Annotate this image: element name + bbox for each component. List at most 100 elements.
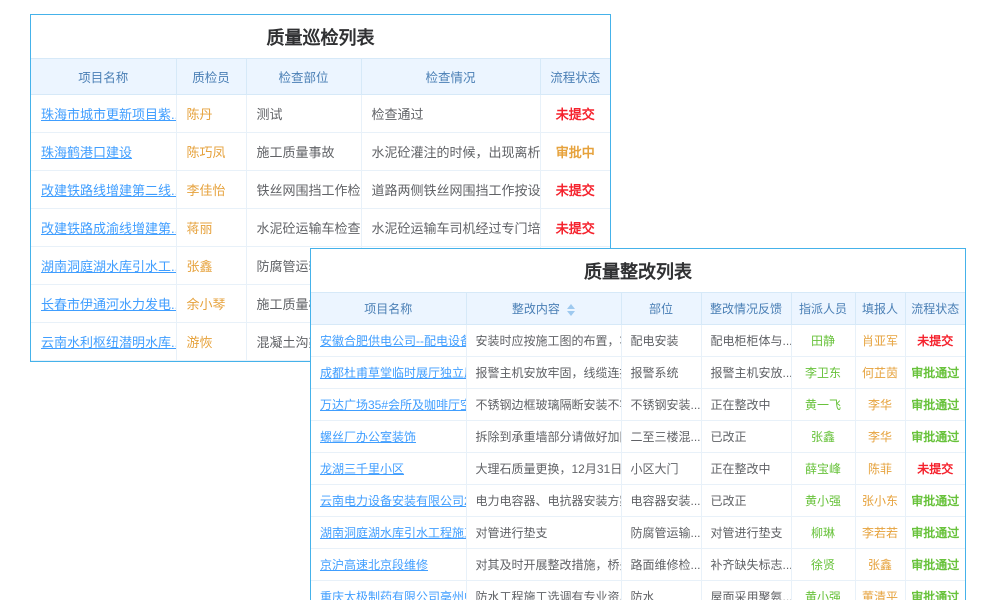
status-cell: 审批通过 bbox=[905, 357, 965, 389]
reporter-cell: 张小东 bbox=[855, 485, 905, 517]
situation-cell: 道路两侧铁丝网围挡工作按设计... bbox=[361, 171, 540, 209]
part-cell: 小区大门 bbox=[621, 453, 701, 485]
part-cell: 铁丝网围挡工作检查 bbox=[246, 171, 361, 209]
status-cell: 审批通过 bbox=[905, 389, 965, 421]
inspection-col-project: 项目名称 bbox=[31, 59, 176, 95]
table-row: 改建铁路成渝线增建第...蒋丽水泥砼运输车检查水泥砼运输车司机经过专门培训...… bbox=[31, 209, 610, 247]
content-cell: 拆除到承重墙部分请做好加固... bbox=[466, 421, 621, 453]
project-link[interactable]: 改建铁路成渝线增建第... bbox=[41, 221, 176, 236]
reporter-cell: 张鑫 bbox=[855, 549, 905, 581]
project-cell: 湖南洞庭湖水库引水工程施工1... bbox=[311, 517, 466, 549]
project-cell: 长春市伊通河水力发电... bbox=[31, 285, 176, 323]
project-link[interactable]: 湖南洞庭湖水库引水工程施工1... bbox=[320, 526, 466, 540]
part-cell: 二至三楼混... bbox=[621, 421, 701, 453]
rectify-col-project: 项目名称 bbox=[311, 293, 466, 325]
feedback-cell: 屋面采用聚氨... bbox=[701, 581, 791, 600]
part-cell: 报警系统 bbox=[621, 357, 701, 389]
reporter-cell: 李华 bbox=[855, 421, 905, 453]
inspector-cell: 李佳怡 bbox=[176, 171, 246, 209]
project-link[interactable]: 安徽合肥供电公司--配电设备... bbox=[320, 334, 466, 348]
feedback-cell: 正在整改中 bbox=[701, 453, 791, 485]
project-link[interactable]: 万达广场35#会所及咖啡厅空... bbox=[320, 398, 466, 412]
assignee-cell: 薛宝峰 bbox=[791, 453, 855, 485]
rectify-col-reporter: 填报人 bbox=[855, 293, 905, 325]
part-cell: 防腐管运输... bbox=[621, 517, 701, 549]
project-link[interactable]: 京沪高速北京段维修 bbox=[320, 558, 428, 572]
content-cell: 电力电容器、电抗器安装方案,... bbox=[466, 485, 621, 517]
project-cell: 改建铁路线增建第二线... bbox=[31, 171, 176, 209]
assignee-cell: 黄一飞 bbox=[791, 389, 855, 421]
table-row: 湖南洞庭湖水库引水工程施工1...对管进行垫支防腐管运输...对管进行垫支柳琳李… bbox=[311, 517, 965, 549]
project-link[interactable]: 龙湖三千里小区 bbox=[320, 462, 404, 476]
feedback-cell: 补齐缺失标志... bbox=[701, 549, 791, 581]
status-cell: 未提交 bbox=[905, 325, 965, 357]
project-link[interactable]: 珠海鹤港口建设 bbox=[41, 145, 132, 160]
project-cell: 重庆太极制药有限公司亳州中... bbox=[311, 581, 466, 600]
feedback-cell: 已改正 bbox=[701, 421, 791, 453]
part-cell: 配电安装 bbox=[621, 325, 701, 357]
project-cell: 龙湖三千里小区 bbox=[311, 453, 466, 485]
rectify-table: 项目名称 整改内容 部位 整改情况反馈 指派人员 填报人 流程状态 安徽合肥供电… bbox=[311, 292, 965, 600]
table-row: 珠海市城市更新项目紫...陈丹测试检查通过未提交 bbox=[31, 95, 610, 133]
part-cell: 路面维修检... bbox=[621, 549, 701, 581]
table-row: 珠海鹤港口建设陈巧凤施工质量事故水泥砼灌注的时候，出现离析现象审批中 bbox=[31, 133, 610, 171]
content-cell: 防水工程施工选调有专业资质... bbox=[466, 581, 621, 600]
project-link[interactable]: 云南电力设备安装有限公司20... bbox=[320, 494, 466, 508]
sort-icon[interactable] bbox=[567, 304, 575, 316]
table-row: 螺丝厂办公室装饰 拆除到承重墙部分请做好加固...二至三楼混...已改正张鑫李华审… bbox=[311, 421, 965, 453]
inspection-col-situation: 检查情况 bbox=[361, 59, 540, 95]
project-link[interactable]: 螺丝厂办公室装饰 bbox=[320, 430, 416, 444]
assignee-cell: 徐贤 bbox=[791, 549, 855, 581]
feedback-cell: 配电柜柜体与... bbox=[701, 325, 791, 357]
inspector-cell: 陈巧凤 bbox=[176, 133, 246, 171]
part-cell: 防水 bbox=[621, 581, 701, 600]
assignee-cell: 黄小强 bbox=[791, 485, 855, 517]
status-cell: 审批通过 bbox=[905, 581, 965, 600]
content-cell: 不锈钢边框玻璃隔断安装不牢... bbox=[466, 389, 621, 421]
assignee-cell: 黄小强 bbox=[791, 581, 855, 600]
project-link[interactable]: 云南水利枢纽潜明水库... bbox=[41, 335, 176, 350]
situation-cell: 水泥砼灌注的时候，出现离析现象 bbox=[361, 133, 540, 171]
status-cell: 审批中 bbox=[540, 133, 610, 171]
table-row: 京沪高速北京段维修对其及时开展整改措施，桥头...路面维修检...补齐缺失标志.… bbox=[311, 549, 965, 581]
status-cell: 审批通过 bbox=[905, 517, 965, 549]
content-cell: 安装时应按施工图的布置，将... bbox=[466, 325, 621, 357]
status-cell: 审批通过 bbox=[905, 485, 965, 517]
status-cell: 审批通过 bbox=[905, 421, 965, 453]
reporter-cell: 李华 bbox=[855, 389, 905, 421]
project-link[interactable]: 珠海市城市更新项目紫... bbox=[41, 107, 176, 122]
rectify-col-status: 流程状态 bbox=[905, 293, 965, 325]
inspector-cell: 蒋丽 bbox=[176, 209, 246, 247]
rectify-col-part: 部位 bbox=[621, 293, 701, 325]
project-cell: 安徽合肥供电公司--配电设备... bbox=[311, 325, 466, 357]
assignee-cell: 李卫东 bbox=[791, 357, 855, 389]
content-cell: 对管进行垫支 bbox=[466, 517, 621, 549]
project-link[interactable]: 成都杜甫草堂临时展厅独立展... bbox=[320, 366, 466, 380]
status-cell: 未提交 bbox=[540, 171, 610, 209]
assignee-cell: 张鑫 bbox=[791, 421, 855, 453]
inspector-cell: 张鑫 bbox=[176, 247, 246, 285]
reporter-cell: 陈菲 bbox=[855, 453, 905, 485]
sort-desc-icon bbox=[567, 311, 575, 316]
project-cell: 云南电力设备安装有限公司20... bbox=[311, 485, 466, 517]
table-row: 重庆太极制药有限公司亳州中...防水工程施工选调有专业资质...防水屋面采用聚氨… bbox=[311, 581, 965, 600]
feedback-cell: 报警主机安放... bbox=[701, 357, 791, 389]
rectify-col-content[interactable]: 整改内容 bbox=[466, 293, 621, 325]
project-cell: 珠海鹤港口建设 bbox=[31, 133, 176, 171]
inspector-cell: 余小琴 bbox=[176, 285, 246, 323]
situation-cell: 检查通过 bbox=[361, 95, 540, 133]
project-link[interactable]: 重庆太极制药有限公司亳州中... bbox=[320, 590, 466, 600]
inspection-header-row: 项目名称 质检员 检查部位 检查情况 流程状态 bbox=[31, 59, 610, 95]
status-cell: 未提交 bbox=[905, 453, 965, 485]
table-row: 万达广场35#会所及咖啡厅空...不锈钢边框玻璃隔断安装不牢...不锈钢安装..… bbox=[311, 389, 965, 421]
situation-cell: 水泥砼运输车司机经过专门培训... bbox=[361, 209, 540, 247]
project-cell: 改建铁路成渝线增建第... bbox=[31, 209, 176, 247]
status-cell: 未提交 bbox=[540, 209, 610, 247]
project-link[interactable]: 长春市伊通河水力发电... bbox=[41, 297, 176, 312]
project-link[interactable]: 湖南洞庭湖水库引水工... bbox=[41, 259, 176, 274]
rectify-table-body: 安徽合肥供电公司--配电设备...安装时应按施工图的布置，将...配电安装配电柜… bbox=[311, 325, 965, 600]
feedback-cell: 对管进行垫支 bbox=[701, 517, 791, 549]
project-link[interactable]: 改建铁路线增建第二线... bbox=[41, 183, 176, 198]
rectify-col-content-label: 整改内容 bbox=[512, 302, 560, 316]
part-cell: 不锈钢安装... bbox=[621, 389, 701, 421]
